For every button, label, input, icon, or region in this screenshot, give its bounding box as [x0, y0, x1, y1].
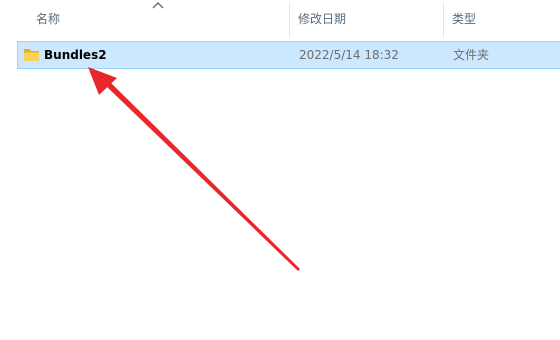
column-divider[interactable] — [289, 2, 290, 38]
column-header-name[interactable]: 名称 — [36, 11, 60, 27]
file-list: 名称 修改日期 类型 Bundles2 2022/5/14 18:32 文件夹 — [0, 0, 560, 340]
file-name: Bundles2 — [44, 48, 107, 62]
chevron-up-icon[interactable] — [151, 0, 165, 10]
column-header-row: 名称 修改日期 类型 — [0, 0, 560, 40]
column-divider[interactable] — [443, 2, 444, 38]
file-row-bundles2[interactable]: Bundles2 2022/5/14 18:32 文件夹 — [17, 41, 560, 69]
folder-icon — [24, 49, 39, 61]
file-date-modified: 2022/5/14 18:32 — [299, 48, 399, 62]
file-type: 文件夹 — [453, 48, 490, 62]
column-header-type[interactable]: 类型 — [452, 11, 476, 27]
column-header-date-modified[interactable]: 修改日期 — [298, 11, 346, 27]
